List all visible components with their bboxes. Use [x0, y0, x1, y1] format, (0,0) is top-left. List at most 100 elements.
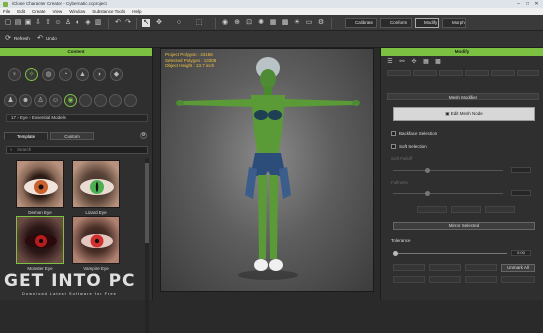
selection-button-3[interactable] — [465, 264, 497, 271]
zoom-icon[interactable]: ⊕ — [233, 19, 241, 27]
fit-view-icon[interactable]: ⊡ — [245, 19, 253, 27]
content-scrollbar[interactable] — [145, 158, 149, 333]
pose-icon[interactable]: ♙ — [64, 19, 72, 27]
sliders-icon[interactable]: ☰ — [385, 58, 395, 66]
options-icon[interactable]: ⚙ — [140, 132, 147, 139]
tab-custom[interactable]: Custom — [50, 132, 94, 140]
move-icon[interactable]: ✥ — [155, 19, 163, 27]
eye-icon[interactable]: ◉ — [64, 94, 77, 107]
accessory-category-icon[interactable]: ◆ — [110, 68, 123, 81]
falloff-shape-button-1[interactable] — [417, 206, 447, 213]
torso-icon[interactable]: ♙ — [34, 94, 47, 107]
tab-template[interactable]: Template — [4, 132, 48, 140]
camera-icon[interactable]: ◉ — [221, 19, 229, 27]
extra-button-4[interactable] — [501, 276, 535, 283]
empty-slot-icon-4[interactable] — [124, 94, 137, 107]
body-category-icon[interactable]: ♀ — [8, 68, 21, 81]
tolerance-value[interactable]: 0.00 — [511, 250, 531, 256]
skin-category-icon[interactable]: ◍ — [42, 68, 55, 81]
modify-row-item-4[interactable] — [465, 70, 489, 76]
edit-mesh-node-button[interactable]: ▣ Edit Mesh Node — [393, 107, 535, 121]
empty-slot-icon-2[interactable] — [94, 94, 107, 107]
backface-selection-checkbox[interactable] — [391, 131, 396, 136]
character-icon[interactable]: ☺ — [54, 19, 62, 27]
unmark-all-button[interactable]: Unmark All — [501, 264, 535, 272]
calibrate-button[interactable]: Calibrate — [345, 18, 377, 28]
cloth-category-icon[interactable]: ▲ — [76, 68, 89, 81]
menu-substance-tools[interactable]: Substance Tools — [92, 8, 125, 15]
light-icon[interactable]: ✺ — [257, 19, 265, 27]
redo-icon[interactable]: ↷ — [124, 19, 132, 27]
wireframe-icon[interactable]: ▦ — [269, 19, 277, 27]
undo-label[interactable]: Undo — [46, 35, 57, 43]
morph-button[interactable]: Morph — [442, 18, 466, 28]
soft-falloff-knob[interactable] — [425, 168, 430, 173]
falloff-shape-button-3[interactable] — [485, 206, 515, 213]
import-icon[interactable]: ⇩ — [34, 19, 42, 27]
menu-edit[interactable]: Edit — [17, 8, 25, 15]
extra-button-2[interactable] — [429, 276, 461, 283]
select-icon[interactable]: ↖ — [142, 19, 150, 27]
soft-falloff-value[interactable] — [511, 167, 531, 173]
refresh-icon[interactable]: ⟳ — [4, 35, 12, 43]
mirror-selected-button[interactable]: Mirror Selected — [393, 222, 535, 230]
render-icon[interactable]: ▥ — [94, 19, 102, 27]
maximize-icon[interactable]: □ — [523, 0, 532, 8]
open-folder-icon[interactable]: ▤ — [14, 19, 22, 27]
selection-button-2[interactable] — [429, 264, 461, 271]
fullness-slider[interactable] — [393, 193, 503, 194]
breadcrumb-essential-models[interactable]: Essential Models — [32, 115, 66, 120]
soft-selection-checkbox[interactable] — [391, 144, 396, 149]
grid-icon[interactable]: ▩ — [281, 19, 289, 27]
new-icon[interactable]: ▢ — [4, 19, 12, 27]
bone-icon[interactable]: ⚯ — [397, 58, 407, 66]
modify-button[interactable]: Modify — [415, 18, 439, 28]
falloff-shape-button-2[interactable] — [451, 206, 481, 213]
figure-icon[interactable]: ♟ — [4, 94, 17, 107]
close-icon[interactable]: ✕ — [532, 0, 541, 8]
character-model[interactable] — [161, 49, 374, 292]
face-icon[interactable]: ☺ — [49, 94, 62, 107]
modify-row-item-5[interactable] — [491, 70, 515, 76]
head-icon[interactable]: ☻ — [19, 94, 32, 107]
vampire-eye-thumbnail[interactable] — [72, 216, 120, 264]
modify-row-item-1[interactable] — [387, 70, 411, 76]
lizard-eye-thumbnail[interactable] — [72, 160, 120, 208]
conform-button[interactable]: Conform — [380, 18, 412, 28]
tolerance-knob[interactable] — [393, 251, 398, 256]
menu-window[interactable]: Window — [69, 8, 85, 15]
checker-icon[interactable]: ▦ — [421, 58, 431, 66]
empty-slot-icon-3[interactable] — [109, 94, 122, 107]
menu-file[interactable]: File — [3, 8, 10, 15]
rotate-icon[interactable]: ○ — [175, 19, 183, 27]
modify-row-item-2[interactable] — [413, 70, 437, 76]
refresh-label[interactable]: Refresh — [14, 35, 30, 43]
monster-eye-thumbnail[interactable] — [16, 216, 64, 264]
menu-create[interactable]: Create — [32, 8, 46, 15]
gizmo-icon[interactable]: ✣ — [409, 58, 419, 66]
display-icon[interactable]: ▭ — [305, 19, 313, 27]
minimize-icon[interactable]: – — [514, 0, 523, 8]
export-icon[interactable]: ⇧ — [44, 19, 52, 27]
3d-viewport[interactable]: Project Polygon : 43158 Selected Polygon… — [160, 48, 374, 292]
tolerance-slider[interactable] — [395, 253, 507, 254]
scale-icon[interactable]: ⬚ — [195, 19, 203, 27]
selection-button-1[interactable] — [393, 264, 425, 271]
modify-row-item-3[interactable] — [439, 70, 463, 76]
extra-button-1[interactable] — [393, 276, 425, 283]
soft-falloff-slider[interactable] — [393, 170, 503, 171]
extra-button-3[interactable] — [465, 276, 497, 283]
fullness-knob[interactable] — [425, 191, 430, 196]
shoe-category-icon[interactable]: ◗ — [93, 68, 106, 81]
menu-view[interactable]: View — [53, 8, 63, 15]
morph-tool-icon[interactable]: ◈ — [84, 19, 92, 27]
settings-icon[interactable]: ⚙ — [317, 19, 325, 27]
material-icon[interactable]: ◐ — [74, 19, 82, 27]
breadcrumb-eye[interactable]: Eye — [20, 115, 28, 120]
menu-help[interactable]: Help — [132, 8, 141, 15]
empty-slot-icon-1[interactable] — [79, 94, 92, 107]
fullness-value[interactable] — [511, 190, 531, 196]
mesh-modifier-header[interactable]: Mesh Modifier — [387, 93, 539, 100]
demon-eye-thumbnail[interactable] — [16, 160, 64, 208]
undo-small-icon[interactable]: ↶ — [36, 35, 44, 43]
